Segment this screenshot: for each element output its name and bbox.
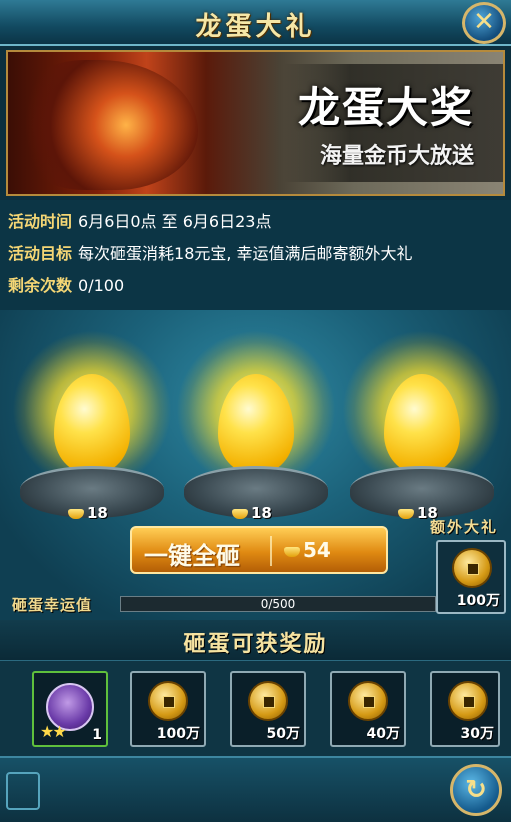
event-time-row: 活动时间 6月6日0点 至 6月6日23点 (8, 208, 271, 234)
close-button[interactable]: ✕ (462, 2, 506, 44)
reward-amount: 40万 (366, 726, 400, 742)
event-banner: 龙蛋大奖 海量金币大放送 (6, 50, 505, 196)
egg-cost: 18 (68, 504, 108, 522)
reward-amount: 1 (92, 727, 102, 743)
egg-cost: 18 (232, 504, 272, 522)
ingot-icon (232, 508, 248, 519)
event-goal-row: 活动目标 每次砸蛋消耗18元宝, 幸运值满后邮寄额外大礼 (8, 240, 413, 266)
reward-slot-3[interactable]: 50万 (230, 671, 306, 747)
close-icon: ✕ (473, 7, 495, 37)
reward-amount: 30万 (460, 726, 494, 742)
extra-gift-label: 额外大礼 (430, 518, 499, 536)
reward-amount: 50万 (266, 726, 300, 742)
remaining-value: 0/100 (78, 276, 125, 295)
remaining-row: 剩余次数 0/100 (8, 272, 124, 298)
reward-slot-4[interactable]: 40万 (330, 671, 406, 747)
ingot-icon (284, 546, 300, 557)
event-time-label: 活动时间 (8, 212, 73, 231)
luck-label: 砸蛋幸运值 (12, 596, 93, 614)
egg-2[interactable]: 18 (176, 330, 336, 530)
coin-icon (348, 681, 388, 721)
refresh-button[interactable]: ↻ (450, 764, 502, 816)
ingot-icon (68, 508, 84, 519)
reward-slot-5[interactable]: 30万 (430, 671, 500, 747)
luck-progress-text: 0/500 (260, 597, 296, 611)
rewards-title: 砸蛋可获奖励 (183, 632, 328, 657)
banner-headline: 龙蛋大奖 (298, 83, 475, 132)
window-title: 龙蛋大礼 (195, 12, 316, 42)
event-time-value: 6月6日0点 至 6月6日23点 (78, 212, 272, 231)
dragon-illustration (18, 60, 198, 190)
rewards-header: 砸蛋可获奖励 (0, 620, 511, 660)
button-divider (270, 536, 272, 566)
smash-all-button[interactable]: 一键全砸 54 (130, 526, 388, 574)
smash-all-cost: 54 (284, 538, 331, 562)
reward-amount: 100万 (156, 726, 200, 742)
egg-1[interactable]: 18 (12, 330, 172, 530)
coin-icon (452, 548, 492, 588)
event-info: 活动时间 6月6日0点 至 6月6日23点 活动目标 每次砸蛋消耗18元宝, 幸运值… (0, 200, 511, 310)
luck-progress-bar: 0/500 (120, 596, 436, 612)
reward-slot-2[interactable]: 100万 (130, 671, 206, 747)
coin-icon (148, 681, 188, 721)
event-goal-label: 活动目标 (8, 244, 73, 263)
ornament-icon (6, 772, 40, 810)
refresh-icon: ↻ (465, 775, 487, 805)
coin-icon (248, 681, 288, 721)
title-bar: 龙蛋大礼 ✕ (0, 0, 511, 46)
rewards-list: ★★ 1 100万 50万 40万 30万 (0, 660, 511, 757)
star-icons: ★★ (40, 722, 67, 741)
smash-all-label: 一键全砸 (144, 542, 240, 570)
remaining-label: 剩余次数 (8, 276, 73, 295)
egg-3[interactable]: 18 (342, 330, 502, 530)
event-goal-value: 每次砸蛋消耗18元宝, 幸运值满后邮寄额外大礼 (78, 244, 413, 263)
reward-slot-1[interactable]: ★★ 1 (32, 671, 108, 747)
bottom-bar: ↻ (0, 756, 511, 822)
banner-subline: 海量金币大放送 (320, 144, 475, 169)
extra-gift-amount: 100万 (456, 593, 500, 609)
extra-gift-slot[interactable]: 100万 (436, 540, 506, 614)
coin-icon (448, 681, 488, 721)
ingot-icon (398, 508, 414, 519)
